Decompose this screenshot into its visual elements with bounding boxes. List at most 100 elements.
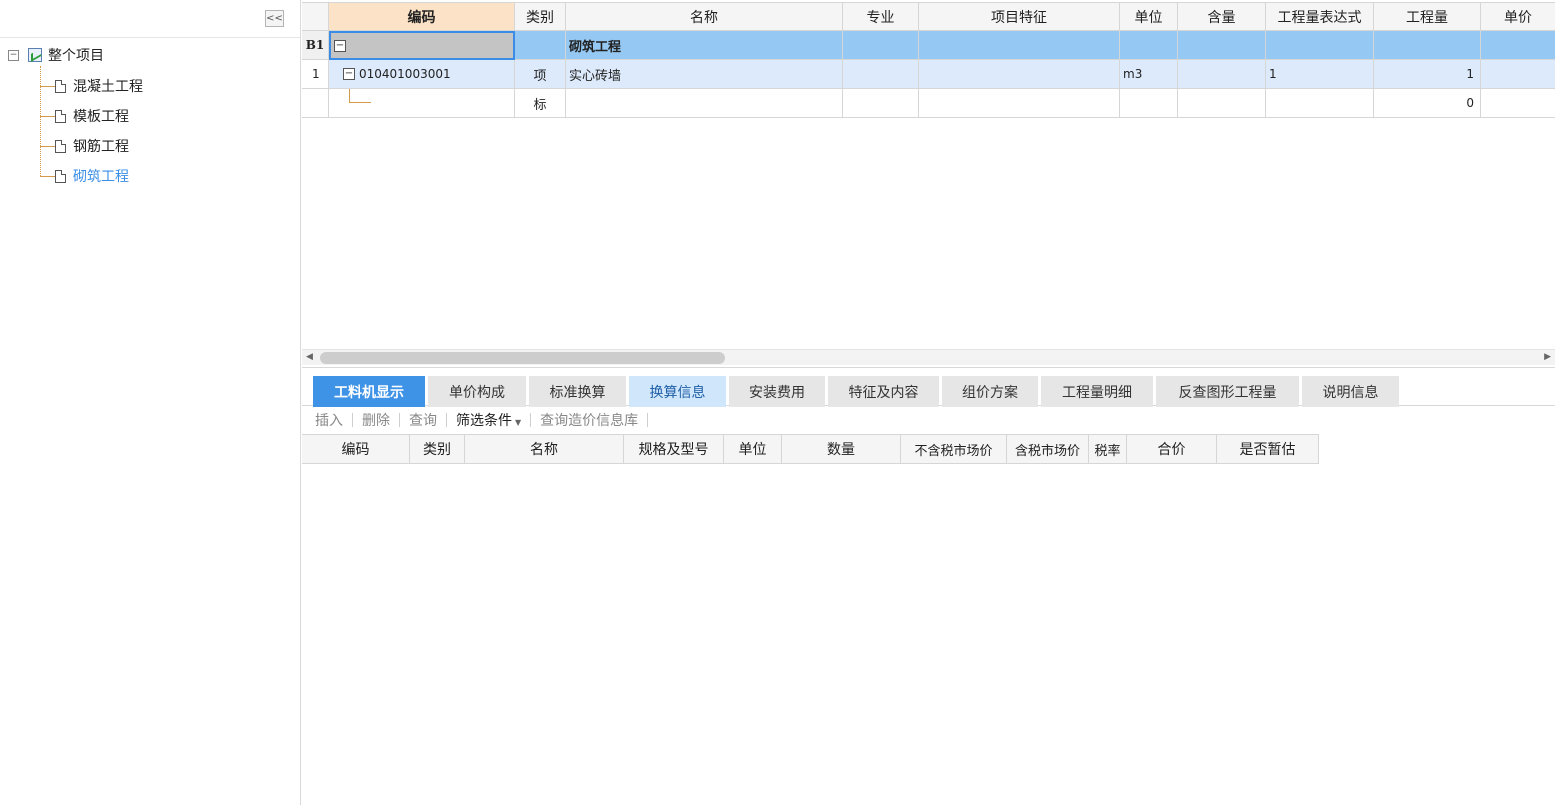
tree-item-formwork[interactable]: 模板工程 — [40, 106, 129, 126]
tree-item-label: 钢筋工程 — [73, 139, 129, 155]
unit-price-cell[interactable] — [1481, 89, 1555, 118]
header-unit-price[interactable]: 单价 — [1481, 2, 1555, 31]
tree-root-label: 整个项目 — [48, 48, 104, 64]
sub-header-quantity[interactable]: 数量 — [782, 434, 901, 464]
header-quantity[interactable]: 工程量 — [1374, 2, 1481, 31]
sub-header-total[interactable]: 合价 — [1127, 434, 1217, 464]
material-grid-header: 编码 类别 名称 规格及型号 单位 数量 不含税市场价 含税市场价 税率 合价 … — [302, 434, 1319, 464]
quantity-cell[interactable] — [1374, 31, 1481, 60]
sub-header-unit[interactable]: 单位 — [724, 434, 782, 464]
collapse-row-icon[interactable]: − — [334, 39, 346, 52]
sub-header-provisional[interactable]: 是否暂估 — [1217, 434, 1319, 464]
insert-button[interactable]: 插入 — [302, 410, 352, 430]
filter-dropdown[interactable]: 筛选条件 ▼ — [447, 410, 530, 430]
horizontal-scrollbar[interactable]: ◀ ▶ — [302, 349, 1555, 365]
sub-header-name[interactable]: 名称 — [465, 434, 624, 464]
price-info-library-button[interactable]: 查询造价信息库 — [531, 410, 647, 430]
code-cell[interactable]: −010401003001 — [329, 60, 515, 89]
unit-cell[interactable] — [1120, 31, 1178, 60]
detail-toolbar: 插入 删除 查询 筛选条件 ▼ 查询造价信息库 — [302, 407, 649, 433]
tree-root-node[interactable]: − 整个项目 — [8, 45, 104, 65]
bill-grid: 编码 类别 名称 专业 项目特征 单位 含量 工程量表达式 工程量 单价 B1 … — [302, 0, 1555, 118]
tab-features-content[interactable]: 特征及内容 — [828, 376, 939, 407]
name-cell[interactable]: 砌筑工程 — [566, 31, 843, 60]
name-cell[interactable]: 实心砖墙 — [566, 60, 843, 89]
tree-item-rebar[interactable]: 钢筋工程 — [40, 136, 129, 156]
feature-cell[interactable] — [919, 60, 1120, 89]
unit-cell[interactable] — [1120, 89, 1178, 118]
tree-connector — [349, 89, 371, 103]
name-cell[interactable] — [566, 89, 843, 118]
header-expression[interactable]: 工程量表达式 — [1266, 2, 1374, 31]
header-content[interactable]: 含量 — [1178, 2, 1266, 31]
scroll-left-icon[interactable]: ◀ — [306, 352, 313, 362]
feature-cell[interactable] — [919, 31, 1120, 60]
content-cell[interactable] — [1178, 60, 1266, 89]
document-icon — [55, 169, 66, 183]
scrollbar-thumb[interactable] — [320, 352, 725, 364]
project-tree-panel: << − 整个项目 混凝土工程 模板工程 钢筋工程 砌筑工程 — [0, 0, 301, 805]
sub-header-code[interactable]: 编码 — [302, 434, 410, 464]
detail-tabs: 工料机显示 单价构成 标准换算 换算信息 安装费用 特征及内容 组价方案 工程量… — [302, 367, 1555, 407]
tab-labor-material-machine[interactable]: 工料机显示 — [313, 376, 425, 407]
collapse-panel-button[interactable]: << — [265, 10, 284, 27]
tab-reverse-graphic-quantity[interactable]: 反查图形工程量 — [1156, 376, 1299, 407]
major-cell[interactable] — [843, 89, 919, 118]
code-cell[interactable] — [329, 89, 515, 118]
tab-conversion-info[interactable]: 换算信息 — [629, 376, 726, 407]
scroll-right-icon[interactable]: ▶ — [1544, 352, 1551, 362]
collapse-node-icon[interactable]: − — [8, 49, 19, 61]
tree-item-concrete[interactable]: 混凝土工程 — [40, 76, 143, 96]
tree-item-masonry[interactable]: 砌筑工程 — [40, 166, 129, 186]
unit-price-cell[interactable] — [1481, 60, 1555, 89]
chevron-down-icon: ▼ — [515, 418, 522, 427]
project-icon — [28, 48, 42, 62]
collapse-row-icon[interactable]: − — [343, 68, 355, 80]
document-icon — [55, 109, 66, 123]
expression-cell[interactable]: 1 — [1266, 60, 1374, 89]
header-major[interactable]: 专业 — [843, 2, 919, 31]
tree-item-label: 混凝土工程 — [73, 79, 143, 95]
major-cell[interactable] — [843, 31, 919, 60]
type-cell[interactable] — [515, 31, 566, 60]
header-type[interactable]: 类别 — [515, 2, 566, 31]
tab-installation-cost[interactable]: 安装费用 — [729, 376, 825, 407]
quantity-cell[interactable]: 1 — [1374, 60, 1481, 89]
table-row-sub[interactable]: 标 0 — [302, 89, 1555, 118]
unit-cell[interactable]: m3 — [1120, 60, 1178, 89]
tab-pricing-scheme[interactable]: 组价方案 — [942, 376, 1038, 407]
header-unit[interactable]: 单位 — [1120, 2, 1178, 31]
sub-header-tax-rate[interactable]: 税率 — [1089, 434, 1127, 464]
type-cell[interactable]: 标 — [515, 89, 566, 118]
row-index: 1 — [302, 60, 329, 89]
sub-header-type[interactable]: 类别 — [410, 434, 465, 464]
tab-unit-price-composition[interactable]: 单价构成 — [428, 376, 526, 407]
type-cell[interactable]: 项 — [515, 60, 566, 89]
expression-cell[interactable] — [1266, 89, 1374, 118]
table-row-item[interactable]: 1 −010401003001 项 实心砖墙 m3 1 1 — [302, 60, 1555, 89]
delete-button[interactable]: 删除 — [353, 410, 399, 430]
query-button[interactable]: 查询 — [400, 410, 446, 430]
quantity-cell[interactable]: 0 — [1374, 89, 1481, 118]
unit-price-cell[interactable] — [1481, 31, 1555, 60]
tree-toolbar: << — [0, 0, 300, 38]
feature-cell[interactable] — [919, 89, 1120, 118]
tab-description-info[interactable]: 说明信息 — [1302, 376, 1399, 407]
filter-label: 筛选条件 — [456, 413, 512, 429]
major-cell[interactable] — [843, 60, 919, 89]
content-cell[interactable] — [1178, 31, 1266, 60]
row-index: B1 — [302, 31, 329, 60]
table-row-section[interactable]: B1 − 砌筑工程 — [302, 31, 1555, 60]
sub-header-price-incl-tax[interactable]: 含税市场价 — [1007, 434, 1089, 464]
code-cell[interactable]: − — [329, 31, 515, 60]
sub-header-spec[interactable]: 规格及型号 — [624, 434, 724, 464]
header-feature[interactable]: 项目特征 — [919, 2, 1120, 31]
tree-item-label: 砌筑工程 — [73, 169, 129, 185]
sub-header-price-excl-tax[interactable]: 不含税市场价 — [901, 434, 1007, 464]
tab-quantity-detail[interactable]: 工程量明细 — [1041, 376, 1153, 407]
content-cell[interactable] — [1178, 89, 1266, 118]
tab-standard-conversion[interactable]: 标准换算 — [529, 376, 626, 407]
header-name[interactable]: 名称 — [566, 2, 843, 31]
expression-cell[interactable] — [1266, 31, 1374, 60]
header-code[interactable]: 编码 — [329, 2, 515, 31]
